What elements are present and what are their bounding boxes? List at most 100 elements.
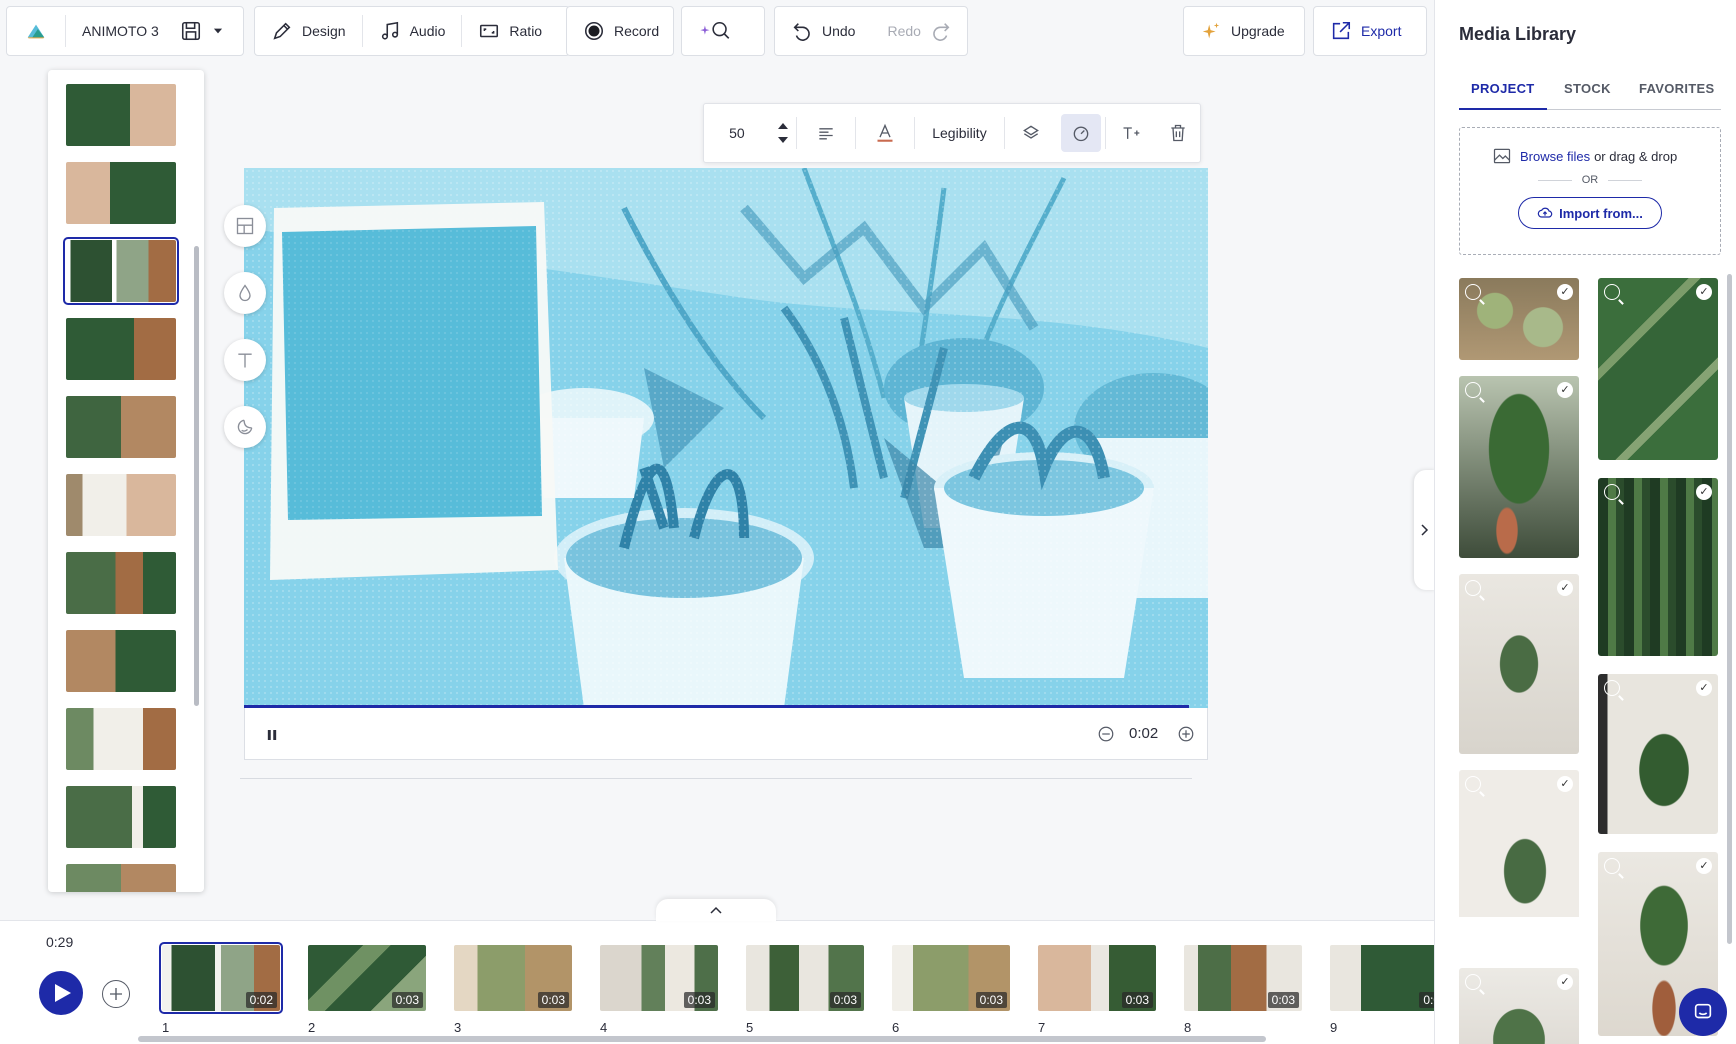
polaroid-frame[interactable] bbox=[270, 202, 558, 580]
timeline-clip-7[interactable]: 0:03 bbox=[1038, 945, 1156, 1011]
zoom-out-icon[interactable] bbox=[1097, 725, 1115, 743]
media-item[interactable]: ✓ bbox=[1459, 968, 1579, 1044]
check-icon[interactable]: ✓ bbox=[1557, 776, 1573, 792]
font-size-value[interactable]: 50 bbox=[704, 104, 770, 162]
tab-stock[interactable]: STOCK bbox=[1564, 81, 1611, 96]
rail-slide-7[interactable] bbox=[66, 552, 176, 614]
media-item[interactable]: ✓ bbox=[1459, 574, 1579, 754]
tab-project[interactable]: PROJECT bbox=[1471, 81, 1535, 96]
ai-search-button[interactable] bbox=[682, 7, 748, 55]
font-size-stepper[interactable] bbox=[770, 104, 796, 162]
media-item[interactable]: ✓ bbox=[1598, 278, 1718, 460]
project-name[interactable]: ANIMOTO 3 bbox=[66, 7, 175, 55]
redo-label: Redo bbox=[887, 23, 921, 39]
export-button[interactable]: Export bbox=[1314, 7, 1417, 55]
media-item[interactable]: ✓ bbox=[1459, 770, 1579, 954]
rail-slide-10[interactable] bbox=[66, 786, 176, 848]
design-button[interactable]: Design bbox=[255, 7, 362, 55]
rail-slide-4[interactable] bbox=[66, 318, 176, 380]
image-icon bbox=[1493, 148, 1511, 164]
redo-button[interactable]: Redo bbox=[871, 7, 967, 55]
pencil-icon bbox=[273, 22, 291, 40]
color-tool-button[interactable] bbox=[224, 272, 266, 314]
rail-slide-2[interactable] bbox=[66, 162, 176, 224]
undo-button[interactable]: Undo bbox=[775, 7, 871, 55]
check-icon[interactable]: ✓ bbox=[1696, 484, 1712, 500]
timeline-scrollbar[interactable] bbox=[138, 1036, 1266, 1042]
media-item[interactable]: ✓ bbox=[1459, 376, 1579, 558]
layout-tool-button[interactable] bbox=[224, 205, 266, 247]
text-tool-button[interactable] bbox=[224, 339, 266, 381]
upload-dropzone[interactable]: Browse files or drag & drop OR Import fr… bbox=[1459, 127, 1721, 255]
timeline-clip-4[interactable]: 0:03 bbox=[600, 945, 718, 1011]
check-icon[interactable]: ✓ bbox=[1696, 284, 1712, 300]
record-button[interactable]: Record bbox=[567, 7, 675, 55]
animoto-logo-icon[interactable] bbox=[7, 7, 65, 55]
zoom-icon[interactable] bbox=[1465, 776, 1481, 792]
check-icon[interactable]: ✓ bbox=[1696, 858, 1712, 874]
zoom-icon[interactable] bbox=[1465, 284, 1481, 300]
timeline-expand-tab[interactable] bbox=[656, 899, 776, 921]
zoom-icon[interactable] bbox=[1465, 974, 1481, 990]
rail-slide-9[interactable] bbox=[66, 708, 176, 770]
timeline-clip-5[interactable]: 0:03 bbox=[746, 945, 864, 1011]
legibility-button[interactable]: Legibility bbox=[915, 104, 1005, 162]
play-button[interactable] bbox=[39, 971, 83, 1015]
timeline-clip-2[interactable]: 0:03 bbox=[308, 945, 426, 1011]
caret-down-icon[interactable] bbox=[777, 137, 788, 143]
zoom-in-icon[interactable] bbox=[1177, 725, 1195, 743]
zoom-icon[interactable] bbox=[1604, 284, 1620, 300]
pause-icon[interactable] bbox=[267, 730, 277, 740]
zoom-icon[interactable] bbox=[1465, 580, 1481, 596]
caret-up-icon[interactable] bbox=[777, 123, 788, 129]
rail-slide-3[interactable] bbox=[63, 237, 179, 305]
audio-label: Audio bbox=[409, 23, 446, 39]
timeline-clip-1[interactable]: 0:02 bbox=[159, 942, 283, 1014]
check-icon[interactable]: ✓ bbox=[1557, 580, 1573, 596]
delete-button[interactable] bbox=[1156, 104, 1200, 162]
timeline-clip-9[interactable]: 0:0 bbox=[1330, 945, 1434, 1011]
upgrade-button[interactable]: Upgrade bbox=[1184, 7, 1301, 55]
rail-slide-1[interactable] bbox=[66, 84, 176, 146]
clip-number: 8 bbox=[1184, 1020, 1192, 1035]
check-icon[interactable]: ✓ bbox=[1557, 974, 1573, 990]
layers-button[interactable] bbox=[1005, 104, 1057, 162]
check-icon[interactable]: ✓ bbox=[1557, 382, 1573, 398]
check-icon[interactable]: ✓ bbox=[1557, 284, 1573, 300]
timeline-clip-3[interactable]: 0:03 bbox=[454, 945, 572, 1011]
animation-timing-button[interactable] bbox=[1061, 114, 1102, 152]
browse-files-link[interactable]: Browse files bbox=[1520, 149, 1590, 164]
video-canvas[interactable] bbox=[244, 168, 1208, 708]
align-left-icon bbox=[819, 128, 833, 140]
import-from-button[interactable]: Import from... bbox=[1518, 197, 1662, 229]
media-item[interactable]: ✓ bbox=[1598, 674, 1718, 834]
panel-collapse-handle[interactable] bbox=[1414, 470, 1436, 590]
zoom-icon[interactable] bbox=[1604, 680, 1620, 696]
chevron-down-icon[interactable] bbox=[211, 24, 225, 38]
text-color-button[interactable] bbox=[856, 104, 914, 162]
rail-scrollbar[interactable] bbox=[194, 246, 199, 706]
timeline-clip-6[interactable]: 0:03 bbox=[892, 945, 1010, 1011]
sticker-tool-button[interactable] bbox=[224, 406, 266, 448]
media-item[interactable]: ✓ bbox=[1459, 278, 1579, 360]
media-item[interactable]: ✓ bbox=[1598, 478, 1718, 656]
zoom-icon[interactable] bbox=[1604, 858, 1620, 874]
align-button[interactable] bbox=[797, 104, 855, 162]
ratio-button[interactable]: Ratio bbox=[462, 7, 558, 55]
audio-button[interactable]: Audio bbox=[363, 7, 462, 55]
timeline-clip-8[interactable]: 0:03 bbox=[1184, 945, 1302, 1011]
rail-slide-11[interactable] bbox=[66, 864, 176, 892]
rail-slide-6[interactable] bbox=[66, 474, 176, 536]
save-button[interactable] bbox=[172, 6, 233, 56]
add-text-button[interactable] bbox=[1106, 104, 1156, 162]
rail-slide-5[interactable] bbox=[66, 396, 176, 458]
add-scene-button[interactable] bbox=[102, 980, 130, 1008]
upgrade-label: Upgrade bbox=[1231, 23, 1285, 39]
zoom-icon[interactable] bbox=[1604, 484, 1620, 500]
tab-favorites[interactable]: FAVORITES bbox=[1639, 81, 1714, 96]
check-icon[interactable]: ✓ bbox=[1696, 680, 1712, 696]
help-chat-button[interactable] bbox=[1679, 988, 1727, 1036]
panel-scrollbar[interactable] bbox=[1727, 274, 1732, 944]
rail-slide-8[interactable] bbox=[66, 630, 176, 692]
zoom-icon[interactable] bbox=[1465, 382, 1481, 398]
